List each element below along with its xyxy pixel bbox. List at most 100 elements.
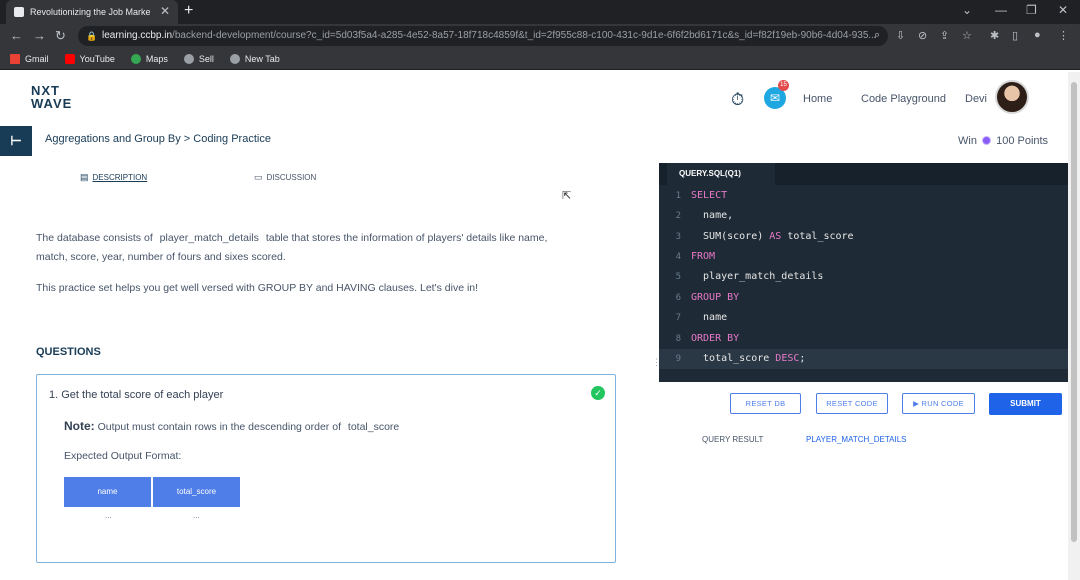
column-header-total-score: total_score [153, 477, 240, 507]
panel-resize-handle[interactable]: ⋮ [652, 357, 661, 368]
inline-code: player_match_details [159, 232, 259, 244]
code-text: total_score DESC; [691, 353, 806, 364]
points-value: 100 Points [996, 135, 1049, 147]
bookmark-youtube[interactable]: YouTube [64, 53, 115, 64]
reset-code-button[interactable]: RESET CODE [816, 393, 888, 414]
question-card[interactable]: 1. Get the total score of each player ✓ … [36, 374, 616, 563]
nav-home[interactable]: Home [803, 93, 832, 105]
browser-tabstrip: Revolutionizing the Job Market | NxtWave… [0, 0, 1080, 24]
document-icon: ▤ [80, 172, 89, 182]
bookmarks-bar: Gmail YouTube Maps Sell New Tab [0, 48, 1080, 70]
code-line[interactable]: 4 FROM [659, 247, 1068, 267]
line-number: 2 [675, 211, 681, 221]
questions-heading: QUESTIONS [36, 346, 101, 358]
bookmark-sell[interactable]: Sell [183, 53, 214, 64]
description-paragraph-2: This practice set helps you get well ver… [36, 282, 479, 294]
sidebar-toggle-icon[interactable]: ⊢ [0, 126, 32, 156]
code-line[interactable]: 5 player_match_details [659, 267, 1068, 287]
bookmark-newtab[interactable]: New Tab [229, 53, 280, 64]
youtube-icon [64, 53, 75, 64]
install-icon[interactable]: ⇩ [896, 29, 905, 42]
new-tab-icon[interactable]: + [184, 2, 193, 20]
code-line[interactable]: 6 GROUP BY [659, 288, 1068, 308]
tab-player-match-details[interactable]: PLAYER_MATCH_DETAILS [806, 435, 906, 444]
user-name[interactable]: Devi [965, 93, 987, 105]
text: match, score, year, number of fours and … [36, 251, 286, 263]
reload-icon[interactable]: ↻ [55, 28, 66, 44]
bookmark-label: New Tab [244, 53, 280, 64]
run-code-button[interactable]: ▶ RUN CODE [902, 393, 975, 414]
scrollbar-thumb[interactable] [1071, 82, 1077, 542]
bookmark-star-icon[interactable]: ☆ [962, 29, 972, 42]
line-number: 4 [675, 252, 681, 262]
nxtwave-logo[interactable]: NXT WAVE [31, 84, 72, 110]
forward-icon[interactable]: → [33, 28, 46, 43]
profile-icon[interactable]: ● [1034, 29, 1041, 41]
address-bar[interactable]: 🔒 learning.ccbp.in/backend-development/c… [78, 26, 888, 46]
share-icon[interactable]: ⇪ [940, 29, 949, 42]
avatar[interactable] [995, 80, 1029, 114]
logo-line2: WAVE [31, 96, 73, 111]
bookmark-maps[interactable]: Maps [130, 53, 168, 64]
minimize-icon[interactable]: — [995, 3, 1007, 17]
url-host: learning.ccbp.in [102, 30, 173, 41]
code-line[interactable]: 7 name [659, 308, 1068, 328]
keyword: ORDER BY [691, 333, 740, 344]
bookmark-label: Maps [145, 53, 168, 64]
nav-code-playground[interactable]: Code Playground [861, 93, 946, 105]
line-number: 6 [675, 293, 681, 303]
breadcrumb[interactable]: Aggregations and Group By > Coding Pract… [45, 133, 271, 145]
code-line[interactable]: 8 ORDER BY [659, 329, 1068, 349]
stopwatch-icon[interactable]: ⏱ [731, 90, 744, 110]
question-text: 1. Get the total score of each player [49, 389, 224, 401]
close-window-icon[interactable]: ✕ [1058, 3, 1068, 17]
inline-code: total_score [347, 421, 400, 433]
keyword: AS [769, 231, 782, 242]
restore-icon[interactable]: ❐ [1026, 3, 1037, 17]
globe-icon [183, 53, 194, 64]
coin-icon [982, 136, 992, 145]
code-line[interactable]: 3 SUM(score) AS total_score [659, 227, 1068, 247]
tab-discussion[interactable]: ▭ DISCUSSION [254, 172, 316, 183]
question-note: Note: Output must contain rows in the de… [64, 419, 399, 433]
tab-label: DISCUSSION [266, 173, 317, 182]
sidepanel-icon[interactable]: ▯ [1012, 29, 1018, 42]
button-label: RUN CODE [921, 399, 964, 408]
keyword: SELECT [691, 190, 728, 201]
tab-label: DESCRIPTION [92, 173, 148, 182]
browser-tab[interactable]: Revolutionizing the Job Market | NxtWave… [6, 0, 178, 24]
expected-output-label: Expected Output Format: [64, 450, 182, 462]
tab-search-icon[interactable]: ⌄ [962, 3, 972, 17]
check-icon: ✓ [591, 386, 605, 400]
column-header-name: name [64, 477, 151, 507]
play-icon: ▶ [913, 399, 922, 408]
bookmark-gmail[interactable]: Gmail [10, 53, 49, 64]
tab-query-result[interactable]: QUERY RESULT [702, 435, 763, 444]
menu-icon[interactable]: ⋮ [1058, 29, 1069, 42]
code-text: name [691, 312, 728, 323]
page-scrollbar[interactable] [1068, 72, 1080, 580]
line-number: 9 [675, 354, 681, 364]
editor-tabs: QUERY.SQL(Q1) [659, 163, 1068, 185]
tab-query-sql[interactable]: QUERY.SQL(Q1) [667, 163, 775, 185]
tab-title: Revolutionizing the Job Market | NxtWave [30, 7, 150, 17]
maps-icon [130, 53, 141, 64]
tab-description[interactable]: ▤ DESCRIPTION [80, 172, 147, 183]
code-line[interactable]: 2 name, [659, 206, 1068, 226]
submit-button[interactable]: SUBMIT [989, 393, 1062, 415]
line-number: 3 [675, 232, 681, 242]
code-line-active[interactable]: 9 total_score DESC; [659, 349, 1068, 369]
code-line[interactable]: 1 SELECT [659, 186, 1068, 206]
reset-db-button[interactable]: RESET DB [730, 393, 801, 414]
line-number: 8 [675, 334, 681, 344]
bookmark-label: Sell [198, 53, 214, 64]
url-path: /backend-development/course?c_id=5d03f5a… [172, 30, 877, 41]
app-header: NXT WAVE ⏱ ✉ 15 Home Code Playground Dev… [0, 72, 1068, 126]
tracking-icon[interactable]: ⊘ [918, 29, 927, 42]
back-icon[interactable]: ← [10, 28, 23, 43]
close-tab-icon[interactable]: ✕ [160, 4, 170, 18]
code-editor[interactable]: QUERY.SQL(Q1) 1 SELECT 2 name, 3 SUM(scor… [659, 163, 1068, 382]
zoom-icon[interactable]: ⌕ [874, 29, 880, 42]
extensions-icon[interactable]: ✱ [990, 29, 999, 42]
code-text: name, [691, 210, 734, 221]
